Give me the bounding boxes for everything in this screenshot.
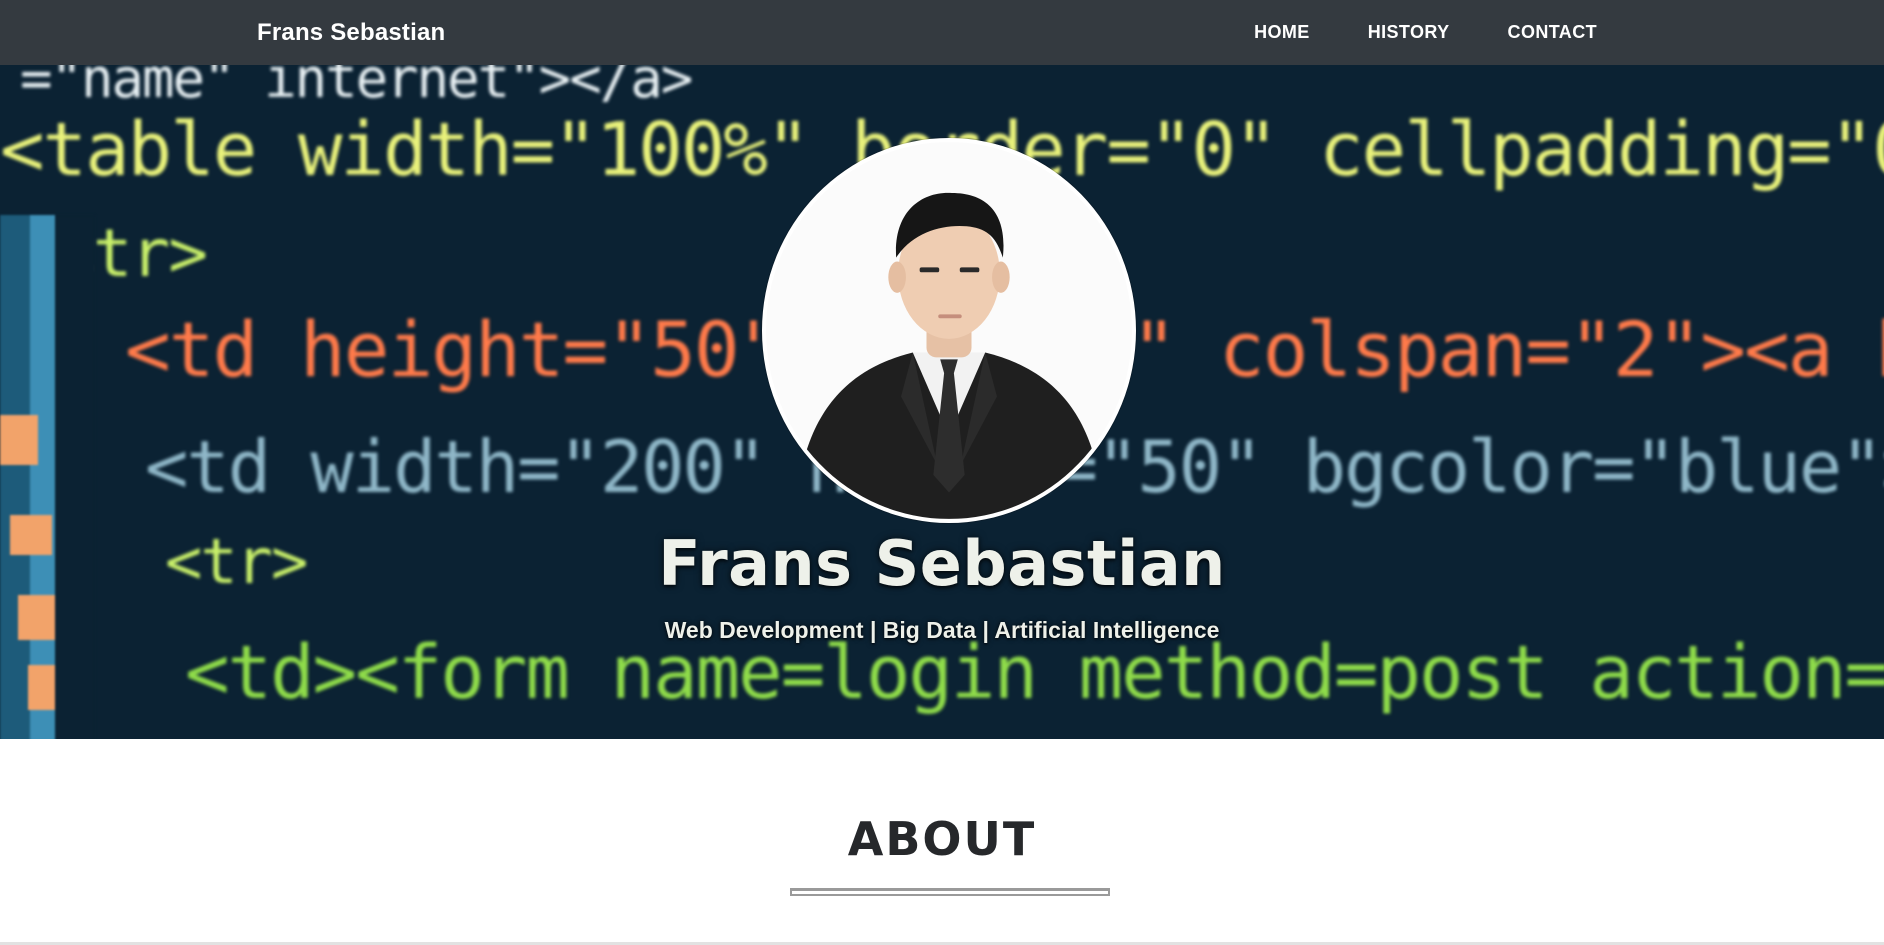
- hero-name: Frans Sebastian: [658, 527, 1226, 600]
- navbar: Frans Sebastian HOME HISTORY CONTACT: [0, 0, 1884, 65]
- nav-link-home[interactable]: HOME: [1254, 22, 1310, 42]
- about-title: ABOUT: [847, 812, 1037, 866]
- code-line: ="name" internet"></a>: [20, 65, 693, 110]
- hero-tagline: Web Development | Big Data | Artificial …: [664, 617, 1220, 643]
- profile-photo-icon: [766, 142, 1132, 519]
- nav-links: HOME HISTORY CONTACT: [1254, 0, 1597, 65]
- nav-item-home: HOME: [1254, 22, 1310, 43]
- nav-item-history: HISTORY: [1368, 22, 1450, 43]
- profile-avatar: [762, 138, 1136, 523]
- nav-item-contact: CONTACT: [1508, 22, 1597, 43]
- nav-link-history[interactable]: HISTORY: [1368, 22, 1450, 42]
- hero-section: ="name" internet"></a> <table width="100…: [0, 65, 1884, 739]
- about-divider: [790, 888, 1110, 896]
- brand-link[interactable]: Frans Sebastian: [257, 0, 445, 65]
- nav-link-contact[interactable]: CONTACT: [1508, 22, 1597, 42]
- monitor-edge-graphic: [0, 215, 95, 739]
